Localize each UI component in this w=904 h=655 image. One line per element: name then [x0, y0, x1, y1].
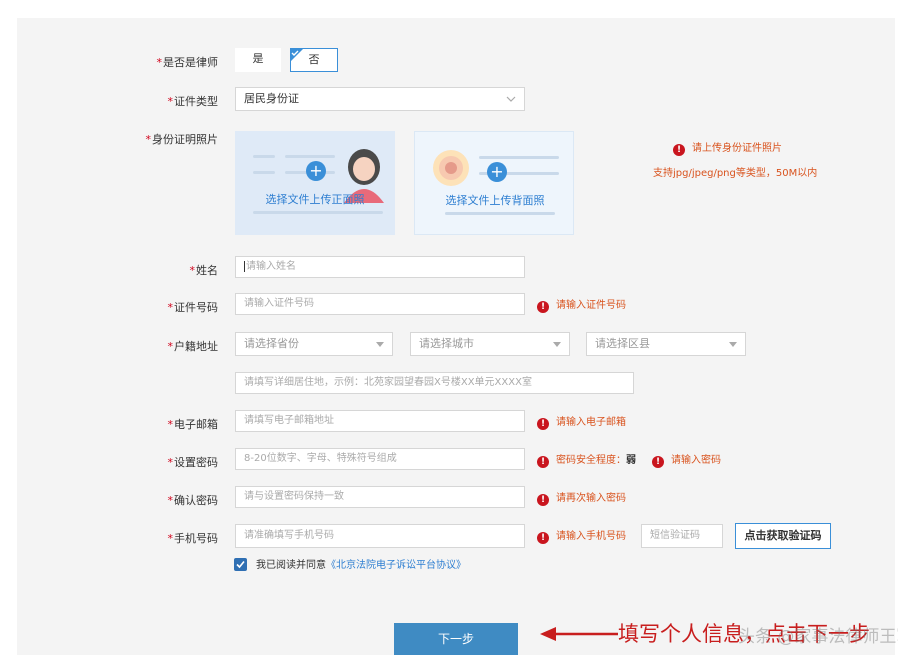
- label-email: *电子邮箱: [167, 418, 219, 431]
- agreement-link[interactable]: 《北京法院电子诉讼平台协议》: [326, 560, 466, 571]
- city-select[interactable]: 请选择城市: [410, 332, 570, 356]
- error-icon: !: [652, 456, 664, 468]
- error-icon: !: [537, 494, 549, 506]
- error-icon: !: [537, 532, 549, 544]
- caret-down-icon: [729, 342, 737, 347]
- sms-code-input[interactable]: 短信验证码: [641, 524, 723, 548]
- error-icon: !: [673, 144, 685, 156]
- get-sms-code-button[interactable]: 点击获取验证码: [735, 523, 831, 549]
- password-input[interactable]: 8-20位数字、字母、特殊符号组成: [235, 448, 525, 470]
- id-type-select[interactable]: 居民身份证: [235, 87, 525, 111]
- province-select[interactable]: 请选择省份: [235, 332, 393, 356]
- upload-error: ! 请上传身份证件照片: [673, 142, 782, 156]
- watermark: 头条 @家事法律师王军律师说法网事: [738, 627, 898, 647]
- label-is-lawyer: *是否是律师: [156, 56, 219, 69]
- password-strength: ! 密码安全程度：弱: [537, 454, 636, 468]
- checkmark-icon: [236, 560, 245, 569]
- confirm-password-error: ! 请再次输入密码: [537, 492, 626, 506]
- upload-front-photo[interactable]: + 选择文件上传正面照: [235, 131, 395, 235]
- next-button[interactable]: 下一步: [394, 623, 518, 655]
- lawyer-yes-toggle[interactable]: 是: [235, 48, 281, 72]
- plus-icon: +: [487, 162, 507, 182]
- id-number-error: ! 请输入证件号码: [537, 299, 626, 313]
- label-name: *姓名: [189, 264, 219, 277]
- address-detail-input[interactable]: 请填写详细居住地，示例：北苑家园望春园X号楼XX单元XXXX室: [235, 372, 634, 394]
- error-icon: !: [537, 301, 549, 313]
- id-number-input[interactable]: 请输入证件号码: [235, 293, 525, 315]
- upload-back-photo[interactable]: + 选择文件上传背面照: [414, 131, 574, 235]
- caret-down-icon: [553, 342, 561, 347]
- label-phone: *手机号码: [167, 532, 219, 545]
- arrow-left-icon: [540, 627, 618, 641]
- phone-error: ! 请输入手机号码: [537, 530, 626, 544]
- caret-down-icon: [376, 342, 384, 347]
- district-select[interactable]: 请选择区县: [586, 332, 746, 356]
- selected-corner-icon: [290, 48, 304, 62]
- label-address: *户籍地址: [167, 340, 219, 353]
- label-password: *设置密码: [167, 456, 219, 469]
- error-icon: !: [537, 418, 549, 430]
- lawyer-no-toggle[interactable]: 否: [290, 48, 338, 72]
- emblem-icon: [433, 150, 469, 186]
- confirm-password-input[interactable]: 请与设置密码保持一致: [235, 486, 525, 508]
- label-id-type: *证件类型: [167, 95, 219, 108]
- email-input[interactable]: 请填写电子邮箱地址: [235, 410, 525, 432]
- label-confirm-password: *确认密码: [167, 494, 219, 507]
- phone-input[interactable]: 请准确填写手机号码: [235, 524, 525, 548]
- label-id-number: *证件号码: [167, 301, 219, 314]
- error-icon: !: [537, 456, 549, 468]
- agreement-text: 我已阅读并同意《北京法院电子诉讼平台协议》: [256, 560, 466, 571]
- label-id-photo: *身份证明照片: [145, 133, 219, 146]
- name-input[interactable]: 请输入姓名: [235, 256, 525, 278]
- agreement-checkbox[interactable]: [234, 558, 247, 571]
- password-error: ! 请输入密码: [652, 454, 721, 468]
- plus-icon: +: [306, 161, 326, 181]
- upload-hint: 支持jpg/jpeg/png等类型，50M以内: [653, 168, 818, 179]
- email-error: ! 请输入电子邮箱: [537, 416, 626, 430]
- chevron-down-icon: [506, 96, 516, 102]
